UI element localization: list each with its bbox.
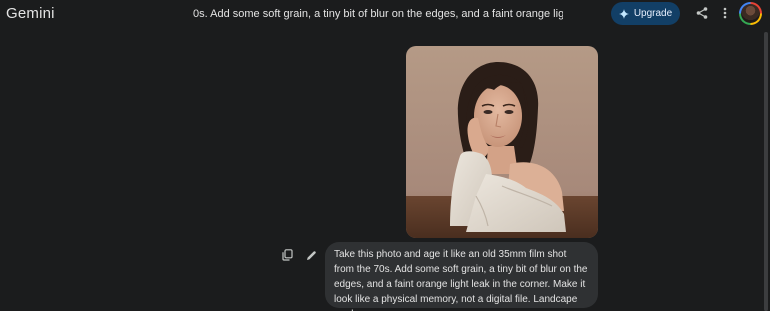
copy-icon[interactable] (282, 248, 293, 261)
user-message-text: Take this photo and age it like an old 3… (334, 249, 588, 311)
share-icon[interactable] (695, 6, 709, 20)
conversation-title[interactable]: 0s. Add some soft grain, a tiny bit of b… (193, 8, 563, 20)
more-vert-icon[interactable] (720, 6, 730, 20)
brand-title[interactable]: Gemini (6, 5, 55, 22)
user-message-bubble: Take this photo and age it like an old 3… (325, 242, 598, 311)
top-bar: Gemini 0s. Add some soft grain, a tiny b… (0, 0, 770, 30)
upgrade-label: Upgrade (633, 8, 673, 19)
upgrade-button[interactable]: Upgrade (611, 2, 680, 25)
uploaded-photo[interactable] (406, 46, 598, 238)
edit-pencil-icon[interactable] (306, 248, 317, 260)
account-avatar[interactable] (739, 2, 762, 25)
scrollbar[interactable] (764, 32, 768, 311)
gemini-app: Gemini 0s. Add some soft grain, a tiny b… (0, 0, 770, 311)
scrollbar-thumb[interactable] (764, 32, 768, 311)
avatar-image (741, 4, 760, 23)
sparkle-icon (618, 8, 629, 19)
